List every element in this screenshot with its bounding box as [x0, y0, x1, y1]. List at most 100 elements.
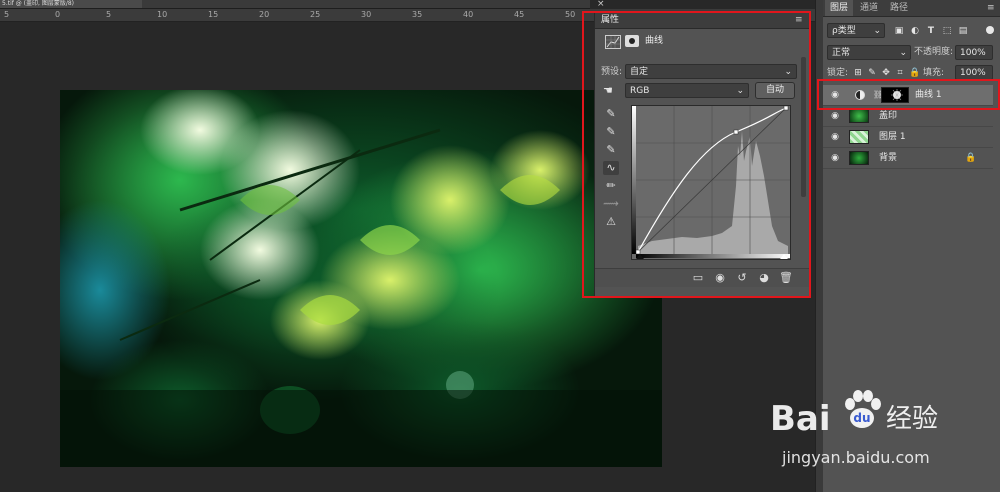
layer-row-curves[interactable]: ◉ ⛓ 曲线 1	[823, 85, 993, 106]
visibility-eye-icon[interactable]: ◉	[829, 127, 841, 147]
filter-label: ρ类型	[832, 26, 856, 36]
black-point-eyedropper-icon[interactable]: ✎	[603, 107, 619, 121]
ruler-tick-label: 35	[412, 10, 423, 19]
ruler-tick-label: 45	[514, 10, 525, 19]
lock-transparent-icon[interactable]: ⊞	[853, 67, 863, 79]
preset-select[interactable]: 自定 ⌄	[625, 64, 797, 79]
ruler-tick-label: 10	[157, 10, 168, 19]
curve-point-tool-icon[interactable]: ∿	[603, 161, 619, 175]
ruler-tick-label: 5	[4, 10, 10, 19]
close-icon[interactable]: ×	[597, 0, 605, 9]
type-filter-icon[interactable]: T	[925, 25, 937, 37]
filter-toggle-icon[interactable]	[986, 26, 994, 34]
visibility-eye-icon[interactable]: ◕	[755, 269, 773, 287]
lock-icon: 🔒	[965, 153, 977, 163]
adjustment-filter-icon[interactable]: ◐	[909, 25, 921, 37]
channel-select[interactable]: RGB ⌄	[625, 83, 749, 98]
lock-artboard-icon[interactable]: ⌗	[895, 67, 905, 79]
ruler-tick-label: 20	[259, 10, 270, 19]
view-previous-state-icon[interactable]: ◉	[711, 269, 729, 287]
lock-position-icon[interactable]: ✥	[881, 67, 891, 79]
properties-titlebar: 属性 ≡	[595, 12, 809, 29]
layer-thumbnail[interactable]	[849, 109, 869, 123]
lock-all-icon[interactable]: 🔒	[909, 67, 920, 79]
canvas-photo[interactable]	[60, 90, 662, 467]
layer-name: 背景	[879, 153, 898, 163]
fill-label: 填充:	[923, 68, 945, 78]
properties-panel: 属性 ≡ 曲线 预设: 自定 ⌄ ☚ RGB ⌄ 自动 ✎ ✎ ✎ ∿ ✏ ⟿ …	[594, 11, 810, 297]
ruler-tick-label: 15	[208, 10, 219, 19]
blend-mode-value: 正常	[832, 48, 851, 58]
channel-value: RGB	[630, 86, 650, 96]
pixel-filter-icon[interactable]: ▣	[893, 25, 905, 37]
layer-name: 图层 1	[879, 132, 906, 142]
layer-filter-select[interactable]: ρ类型 ⌄	[827, 23, 885, 38]
layers-menu-icon[interactable]: ≡	[987, 0, 995, 16]
curves-adjustment-icon	[605, 35, 621, 49]
reset-icon[interactable]: ↺	[733, 269, 751, 287]
adjustment-layer-icon	[855, 90, 865, 100]
layer-row-layer1[interactable]: ◉ 图层 1	[823, 127, 993, 148]
tab-paths[interactable]: 路径	[885, 0, 913, 16]
visibility-eye-icon[interactable]: ◉	[829, 85, 841, 105]
ginkgo-photo-image	[60, 90, 662, 467]
preset-value: 自定	[630, 67, 649, 77]
tab-layers[interactable]: 图层	[825, 0, 853, 16]
opacity-input[interactable]: 100%	[955, 45, 993, 60]
shape-filter-icon[interactable]: ⬚	[941, 25, 953, 37]
auto-button[interactable]: 自动	[755, 82, 795, 99]
adjustment-name: 曲线	[645, 36, 664, 46]
tab-channels[interactable]: 通道	[855, 0, 883, 16]
visibility-eye-icon[interactable]: ◉	[829, 106, 841, 126]
fill-input[interactable]: 100%	[955, 65, 993, 80]
document-tab[interactable]: 5.tif @ (盖印, 图层蒙版/8)	[0, 0, 142, 8]
visibility-eye-icon[interactable]: ◉	[829, 148, 841, 168]
ruler-tick-label: 25	[310, 10, 321, 19]
chevron-down-icon: ⌄	[736, 86, 744, 96]
lock-label: 锁定:	[827, 68, 849, 78]
blend-mode-select[interactable]: 正常 ⌄	[827, 45, 911, 60]
curves-graph[interactable]	[631, 105, 791, 260]
smart-object-filter-icon[interactable]: ▤	[957, 25, 969, 37]
svg-text:du: du	[853, 411, 870, 425]
properties-menu-icon[interactable]: ≡	[795, 12, 803, 28]
layer-mask-thumbnail[interactable]	[881, 87, 909, 103]
curves-histogram[interactable]	[632, 105, 790, 259]
properties-scrollbar[interactable]	[801, 57, 806, 197]
watermark-brand: Bai	[770, 399, 831, 439]
pencil-icon[interactable]: ✏	[603, 179, 619, 193]
lock-image-icon[interactable]: ✎	[867, 67, 877, 79]
watermark-brand-suffix: 经验	[886, 404, 939, 434]
preset-label: 预设:	[601, 67, 623, 77]
opacity-value: 100%	[960, 48, 986, 58]
layer-row-background[interactable]: ◉ 背景 🔒	[823, 148, 993, 169]
gray-point-eyedropper-icon[interactable]: ✎	[603, 125, 619, 139]
layer-thumbnail[interactable]	[849, 130, 869, 144]
layer-name: 曲线 1	[915, 90, 942, 100]
properties-title: 属性	[601, 15, 620, 25]
ruler-tick-label: 5	[106, 10, 112, 19]
chevron-down-icon: ⌄	[899, 48, 907, 58]
ruler-tick-label: 0	[55, 10, 61, 19]
opacity-label: 不透明度:	[914, 47, 954, 57]
layer-mask-icon[interactable]	[625, 35, 639, 47]
ruler-tick-label: 40	[463, 10, 474, 19]
ruler-tick-label: 50	[565, 10, 576, 19]
chevron-down-icon: ⌄	[873, 26, 881, 36]
layer-thumbnail[interactable]	[849, 151, 869, 165]
white-point-eyedropper-icon[interactable]: ✎	[603, 143, 619, 157]
properties-footer: ▭ ◉ ↺ ◕ 🗑	[595, 268, 809, 287]
ruler-tick-label: 30	[361, 10, 372, 19]
layer-name: 盖印	[879, 111, 898, 121]
watermark-url: jingyan.baidu.com	[782, 448, 930, 467]
layer-row-stamp[interactable]: ◉ 盖印	[823, 106, 993, 127]
paw-logo-icon: du	[840, 388, 884, 432]
delete-trash-icon[interactable]: 🗑	[777, 269, 795, 287]
chevron-down-icon: ⌄	[784, 67, 792, 77]
clipping-warning-icon[interactable]: ⚠	[603, 215, 619, 229]
document-tab-bar: 5.tif @ (盖印, 图层蒙版/8)	[0, 0, 590, 9]
fill-value: 100%	[960, 68, 986, 78]
smooth-curve-icon[interactable]: ⟿	[603, 197, 619, 211]
clip-to-layer-icon[interactable]: ▭	[689, 269, 707, 287]
targeted-adjustment-hand-icon[interactable]: ☚	[603, 84, 619, 98]
